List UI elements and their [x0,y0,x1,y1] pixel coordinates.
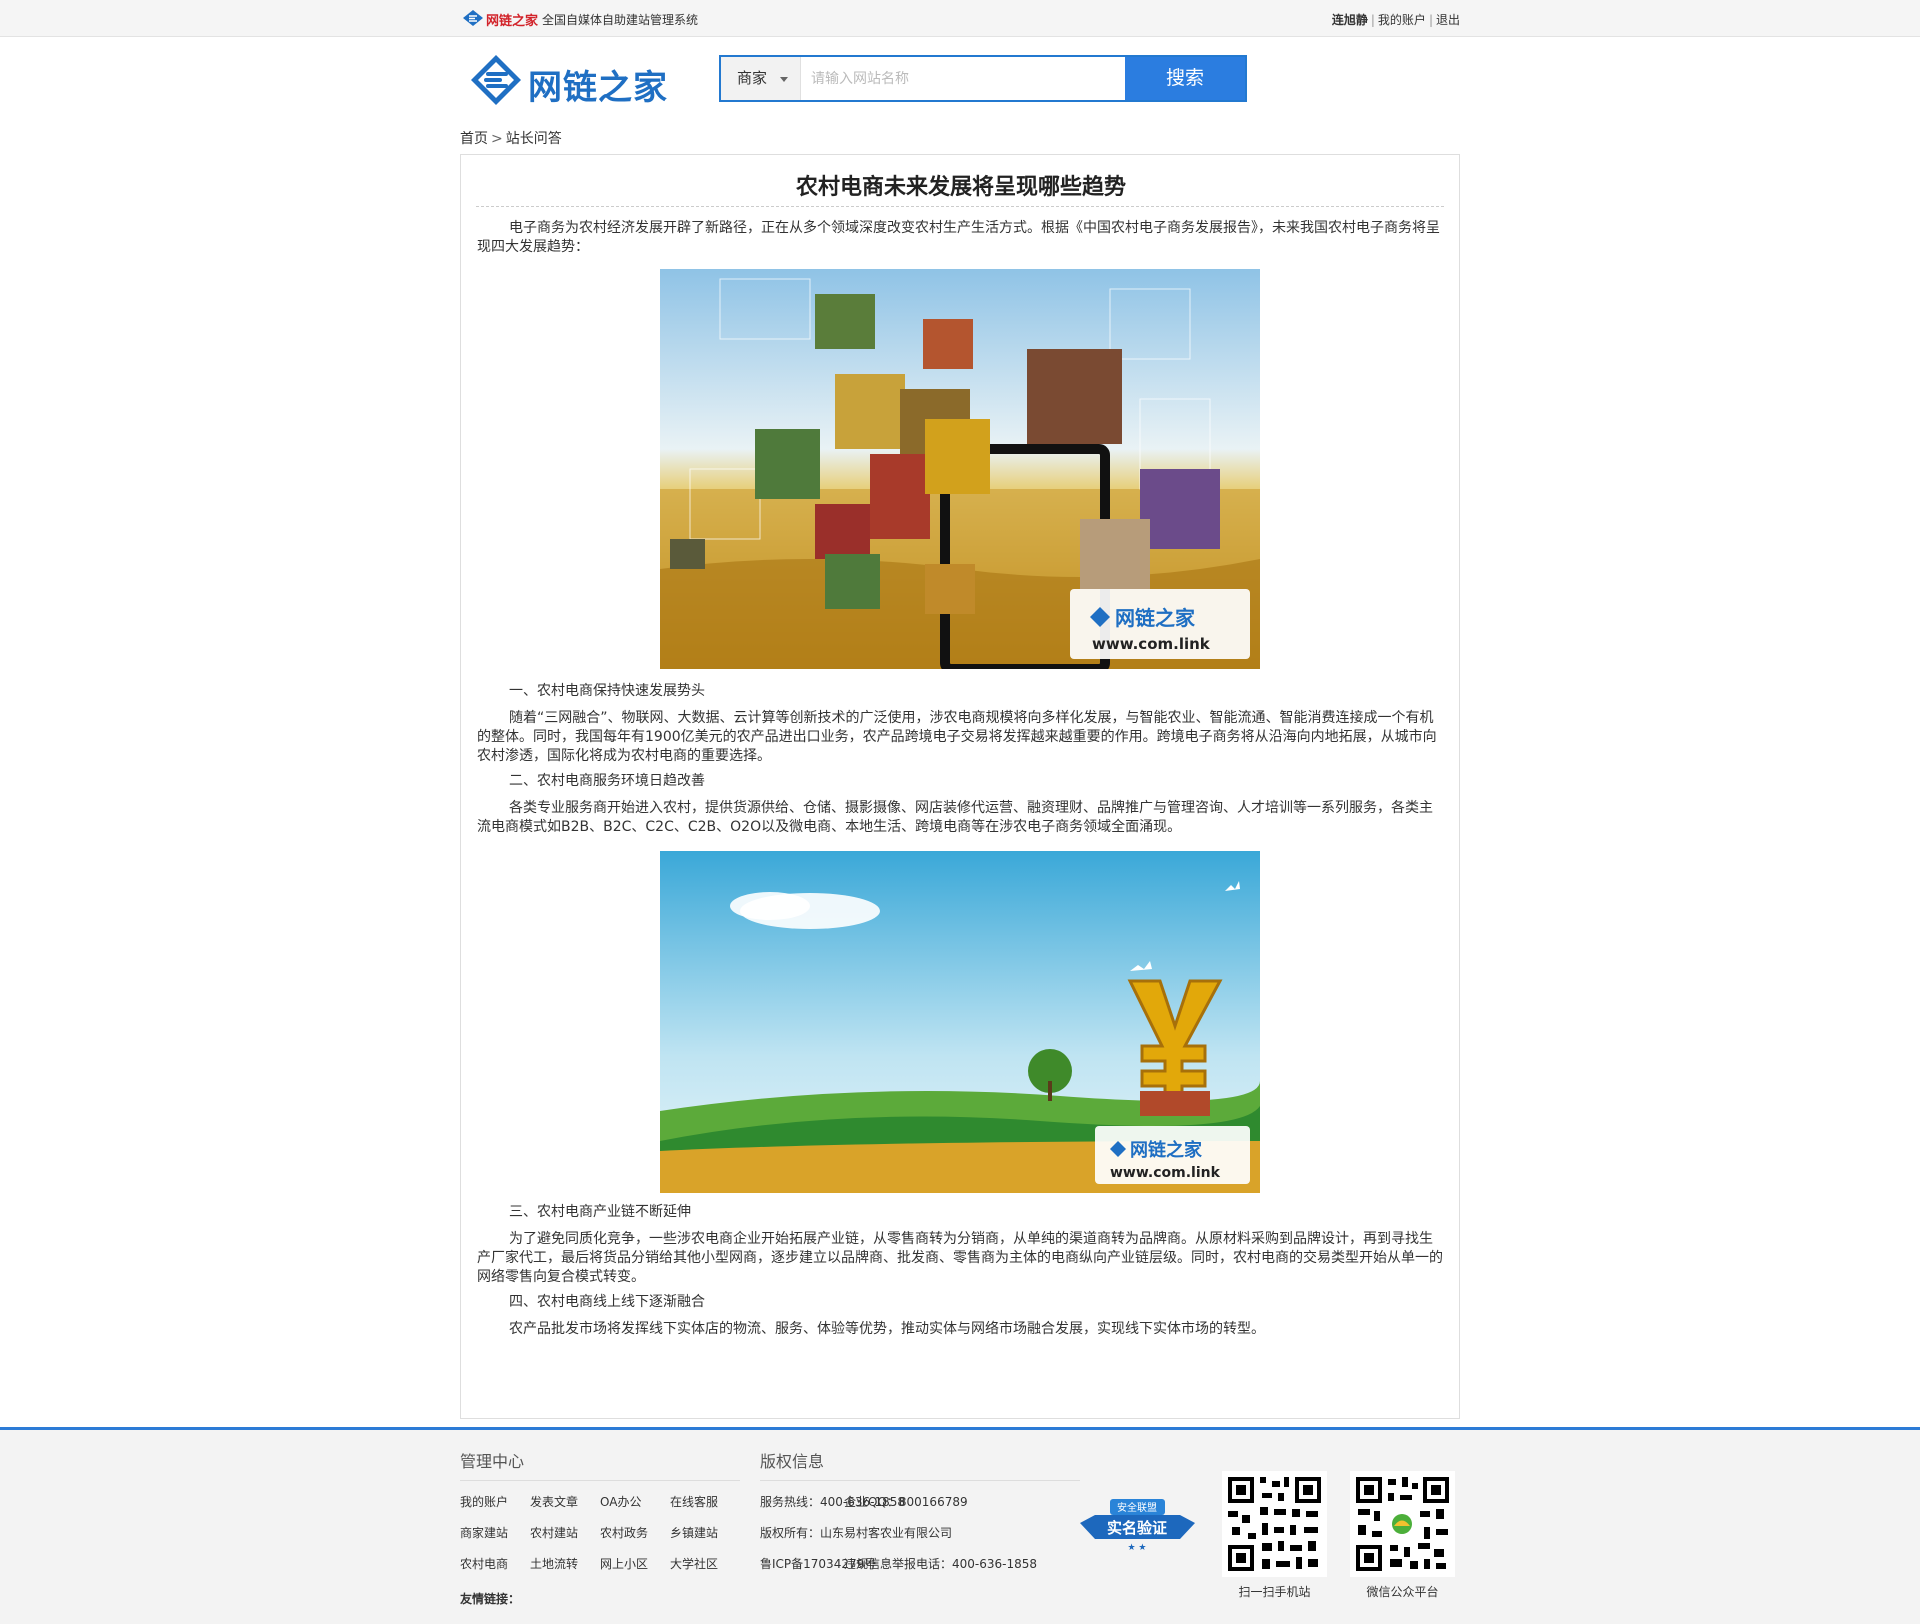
article-panel: 农村电商未来发展将呈现哪些趋势 电子商务为农村经济发展开辟了新路径，正在从多个领… [460,154,1460,1419]
section3-text: 为了避免同质化竞争，一些涉农电商企业开始拓展产业链，从零售商转为分销商，从单纯的… [477,1231,1443,1285]
article-title: 农村电商未来发展将呈现哪些趋势 [795,174,1126,200]
article-intro: 电子商务为农村经济发展开辟了新路径，正在从多个领域深度改变农村生产生活方式。根据… [477,220,1440,255]
footer-link[interactable]: 土地流转 [530,1549,600,1580]
footer-link[interactable]: 在线客服 [670,1487,740,1518]
top-bar: 网链之家 全国自媒体自助建站管理系统 连旭静 | 我的账户 | 退出 [0,0,1920,37]
breadcrumb-home[interactable]: 首页 [460,131,488,147]
friend-links-label: 友情链接： [460,1592,521,1606]
divider: | [1370,13,1375,27]
section1-heading: 一、农村电商保持快速发展势头 [509,683,705,699]
article-body: 电子商务为农村经济发展开辟了新路径，正在从多个领域深度改变农村生产生活方式。根据… [477,219,1443,1339]
copyright-title: 版权信息 [760,1448,1080,1481]
footer-link[interactable]: 我的账户 [460,1487,530,1518]
section4-heading: 四、农村电商线上线下逐渐融合 [509,1294,705,1310]
breadcrumb: 首页 > 站长问答 [460,128,562,148]
image1-watermark-brand: 网链之家 [1115,606,1196,630]
breadcrumb-current[interactable]: 站长问答 [506,131,562,147]
header: 网链之家 商家 搜索 [460,50,1460,110]
badge-main-label: 实名验证 [1107,1519,1167,1537]
management-title: 管理中心 [460,1448,740,1481]
footer-link[interactable]: 网上小区 [600,1549,670,1580]
icp-row: 鲁ICP备17034279号违规信息举报电话：400-636-1858 [760,1549,1080,1580]
management-column: 管理中心 我的账户 发表文章 OA办公 在线客服 商家建站 农村建站 农村政务 乡镇建站 农… [460,1448,740,1580]
links-row: 我的账户 发表文章 OA办公 在线客服 [460,1487,740,1518]
owner-row: 版权所有：山东易村客农业有限公司 [760,1518,1080,1549]
search-input[interactable] [803,57,1127,100]
contact-row: 服务热线：400-636-1858企业QQ：800166789 [760,1487,1080,1518]
footer-link[interactable]: 发表文章 [530,1487,600,1518]
copyright-column: 版权信息 服务热线：400-636-1858企业QQ：800166789 版权所… [760,1448,1080,1580]
owner-text: 版权所有：山东易村客农业有限公司 [760,1526,953,1540]
logo-emblem-icon [471,55,521,105]
title-divider [476,206,1444,207]
report-text: 违规信息举报电话：400-636-1858 [844,1557,1038,1571]
image2-watermark-brand: 网链之家 [1130,1139,1203,1161]
section3-heading: 三、农村电商产业链不断延伸 [509,1204,691,1220]
money-field-image: 网链之家 www.com.link [660,851,1260,1193]
qq-text: 企业QQ：800166789 [844,1495,968,1509]
mobile-site-qr-label: 扫一扫手机站 [1238,1585,1311,1599]
star-icon: ★ ★ [1128,1543,1147,1553]
image2-watermark-url: www.com.link [1110,1165,1221,1181]
footer-link[interactable]: 农村政务 [600,1518,670,1549]
footer: 管理中心 我的账户 发表文章 OA办公 在线客服 商家建站 农村建站 农村政务 乡镇建站 农… [0,1427,1920,1624]
search-button[interactable]: 搜索 [1125,57,1245,100]
hotline-text: 服务热线：400-636-1858 [760,1495,906,1509]
footer-link[interactable]: 乡镇建站 [670,1518,740,1549]
section4-text: 农产品批发市场将发挥线下实体店的物流、服务、体验等优势，推动实体与网络市场融合发… [509,1321,1265,1337]
copyright-info: 服务热线：400-636-1858企业QQ：800166789 版权所有：山东易… [760,1487,1080,1580]
footer-link[interactable]: 农村电商 [460,1549,530,1580]
image1-watermark-url: www.com.link [1092,635,1211,653]
user-links: 连旭静 | 我的账户 | 退出 [1332,11,1460,28]
breadcrumb-separator: > [491,131,503,147]
divider: | [1428,13,1433,27]
badge-top-label: 安全联盟 [1117,1501,1157,1514]
username-link[interactable]: 连旭静 [1332,13,1368,27]
footer-link[interactable]: OA办公 [600,1487,670,1518]
management-links: 我的账户 发表文章 OA办公 在线客服 商家建站 农村建站 农村政务 乡镇建站 农村电商 土地… [460,1487,740,1580]
search-bar: 商家 搜索 [719,55,1247,102]
links-row: 农村电商 土地流转 网上小区 大学社区 [460,1549,740,1580]
footer-link[interactable]: 大学社区 [670,1549,740,1580]
my-account-link[interactable]: 我的账户 [1378,13,1426,27]
section2-heading: 二、农村电商服务环境日趋改善 [509,773,705,789]
footer-link[interactable]: 农村建站 [530,1518,600,1549]
links-row: 商家建站 农村建站 农村政务 乡镇建站 [460,1518,740,1549]
wechat-qr-code [1350,1471,1455,1577]
chevron-down-icon [780,77,788,82]
logo-text: 网链之家 [528,68,668,108]
section2-text: 各类专业服务商开始进入农村，提供货源供给、仓储、摄影摄像、网店装修代运营、融资理… [477,800,1433,835]
search-category-label: 商家 [737,69,768,87]
section1-text: 随着“三网融合”、物联网、大数据、云计算等创新技术的广泛使用，涉农电商规模将向多… [477,710,1437,764]
icp-link[interactable]: 鲁ICP备17034279号 [760,1549,876,1580]
brand-logo-icon [463,10,483,26]
logout-link[interactable]: 退出 [1436,13,1460,27]
top-brand-name[interactable]: 网链之家 [486,10,538,29]
mobile-site-qr-code [1222,1471,1327,1577]
footer-link[interactable]: 商家建站 [460,1518,530,1549]
farm-ecommerce-image: 网链之家 www.com.link [660,269,1260,669]
real-name-verification-badge[interactable]: 安全联盟 实名验证 ★ ★ [1075,1495,1200,1553]
top-site-description: 全国自媒体自助建站管理系统 [542,13,699,27]
wechat-qr-label: 微信公众平台 [1366,1585,1439,1599]
search-category-select[interactable]: 商家 [721,57,801,100]
site-logo[interactable]: 网链之家 [468,52,678,108]
